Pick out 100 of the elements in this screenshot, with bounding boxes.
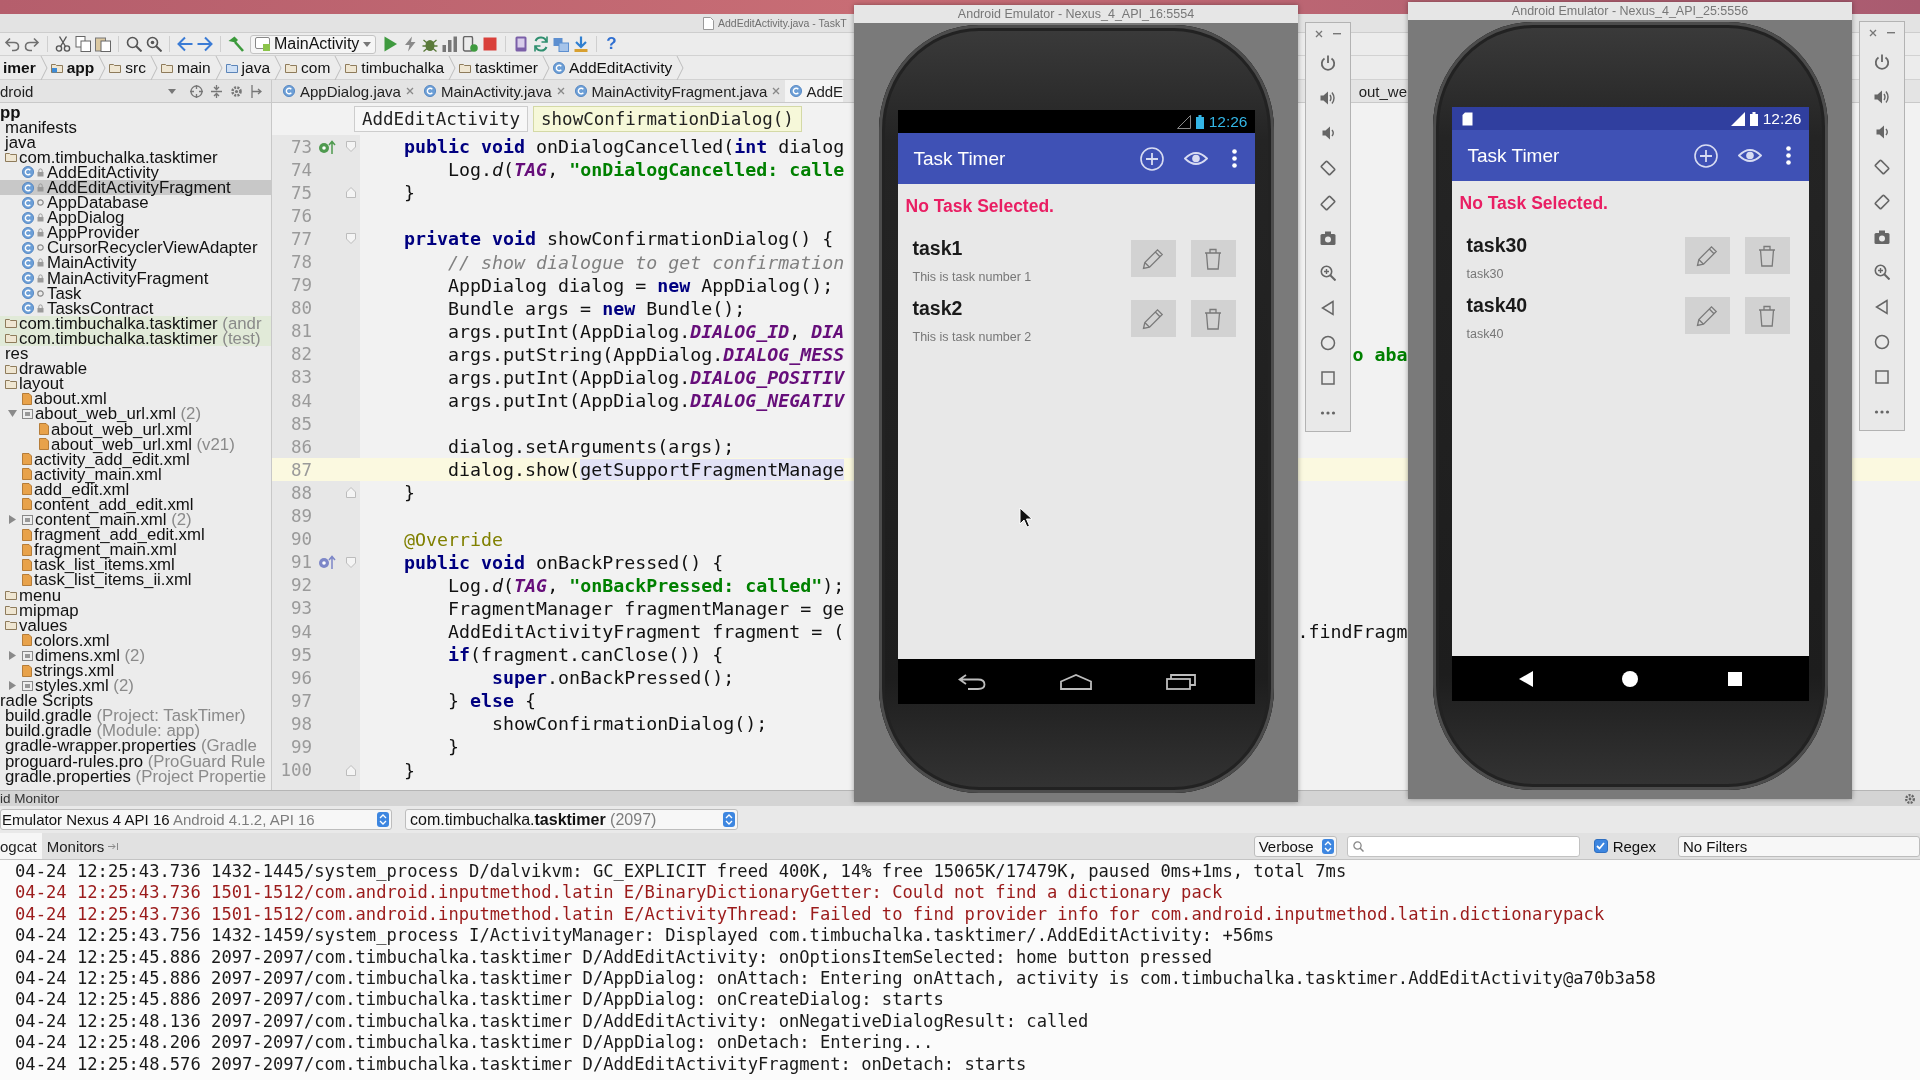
camera-icon[interactable]	[1874, 228, 1890, 245]
tree-item[interactable]: fragment_main.xml	[0, 542, 271, 558]
edit-button[interactable]	[1684, 297, 1730, 334]
phone-badge-icon[interactable]	[462, 36, 479, 52]
volume-up-icon[interactable]	[1320, 89, 1336, 106]
forward-arrow-icon[interactable]	[197, 36, 213, 52]
edit-button[interactable]	[1684, 237, 1730, 274]
eye-icon[interactable]	[1737, 148, 1762, 163]
delete-button[interactable]	[1744, 297, 1790, 334]
close-icon[interactable]	[772, 87, 781, 95]
tree-item[interactable]: drawable	[0, 361, 271, 377]
tree-item[interactable]: mipmap	[0, 602, 271, 618]
tree-item[interactable]: task_list_items.xml	[0, 557, 271, 573]
overflow-menu-icon[interactable]	[1785, 146, 1791, 165]
breadcrumb[interactable]: imer	[0, 58, 40, 77]
volume-up-icon[interactable]	[1874, 88, 1890, 105]
rotate-left-icon[interactable]	[1320, 159, 1336, 176]
breadcrumb[interactable]: tasktimer	[456, 58, 542, 77]
tree-item[interactable]: about_web_url.xml (2)	[0, 406, 271, 422]
overview-icon[interactable]	[1727, 671, 1742, 686]
recents-icon[interactable]	[1165, 673, 1196, 690]
editor-tab[interactable]: out_we	[1358, 80, 1408, 102]
device-dropdown[interactable]: Emulator Nexus 4 API 16 Android 4.1.2, API 16	[0, 809, 392, 830]
delete-button[interactable]	[1190, 300, 1236, 337]
panel-tab[interactable]: ogcat	[0, 833, 42, 859]
breadcrumb[interactable]: app	[47, 58, 99, 77]
rotate-right-icon[interactable]	[1874, 193, 1890, 210]
expand-arrow-icon[interactable]	[8, 515, 17, 525]
tree-item[interactable]: gradle-wrapper.properties (Gradle	[0, 738, 271, 754]
tree-item[interactable]: TasksContract	[0, 300, 271, 316]
tree-item[interactable]: task_list_items_ii.xml	[0, 572, 271, 588]
regex-checkbox[interactable]	[1593, 839, 1608, 853]
expand-arrow-icon[interactable]	[8, 409, 17, 419]
replace-icon[interactable]	[146, 36, 162, 52]
tree-item[interactable]: radle Scripts	[0, 693, 271, 709]
tree-item[interactable]: proguard-rules.pro (ProGuard Rule	[0, 753, 271, 769]
stop-icon[interactable]	[482, 36, 499, 52]
tree-item[interactable]: AppDialog	[0, 210, 271, 226]
tree-item[interactable]: colors.xml	[0, 632, 271, 648]
tree-item[interactable]: dimens.xml (2)	[0, 647, 271, 663]
tree-item[interactable]: AddEditActivity	[0, 164, 271, 180]
phone-icon[interactable]	[513, 36, 530, 52]
breadcrumb[interactable]: AddEditActivity	[354, 106, 529, 132]
close-icon[interactable]	[1869, 29, 1877, 37]
bar-chart-icon[interactable]	[442, 36, 459, 52]
power-icon[interactable]	[1874, 53, 1890, 70]
add-circle-icon[interactable]	[1139, 146, 1164, 171]
process-dropdown[interactable]: com.timbuchalka.tasktimer (2097)	[405, 809, 738, 830]
undo-icon[interactable]	[4, 36, 20, 52]
back-arrow-icon[interactable]	[957, 673, 986, 690]
search-icon[interactable]	[126, 36, 142, 52]
close-icon[interactable]	[1315, 30, 1323, 38]
tree-item[interactable]: build.gradle (Project: TaskTimer)	[0, 708, 271, 724]
settings-icon[interactable]	[1904, 792, 1916, 805]
collapse-icon[interactable]	[211, 84, 222, 98]
zoom-in-icon[interactable]	[1874, 263, 1890, 280]
tree-item[interactable]: about.xml	[0, 391, 271, 407]
dot-arrow-icon[interactable]	[318, 555, 336, 570]
filter-dropdown[interactable]: No Filters	[1678, 835, 1920, 857]
power-icon[interactable]	[1320, 54, 1336, 71]
tree-item[interactable]: styles.xml (2)	[0, 678, 271, 694]
home-icon[interactable]	[1060, 673, 1092, 690]
volume-down-icon[interactable]	[1320, 124, 1336, 141]
add-circle-icon[interactable]	[1693, 143, 1718, 168]
crosshair-icon[interactable]	[190, 84, 203, 98]
tree-item[interactable]: about_web_url.xml (v21)	[0, 436, 271, 452]
copy-icon[interactable]	[75, 36, 91, 52]
tree-item[interactable]: java	[0, 134, 271, 150]
rotate-right-icon[interactable]	[1320, 194, 1336, 211]
tree-item[interactable]: pp	[0, 104, 271, 120]
sync-icon[interactable]	[533, 36, 550, 52]
tree-item[interactable]: CursorRecyclerViewAdapter	[0, 240, 271, 256]
tree-item[interactable]: content_main.xml (2)	[0, 512, 271, 528]
tree-item[interactable]: AppProvider	[0, 225, 271, 241]
breadcrumb[interactable]: timbuchalka	[342, 58, 449, 77]
dot-arrow-icon[interactable]	[318, 139, 336, 154]
close-icon[interactable]	[405, 87, 414, 95]
expand-arrow-icon[interactable]	[8, 681, 17, 691]
tree-item[interactable]: com.timbuchalka.tasktimer (andr	[0, 315, 271, 331]
tree-item[interactable]: content_add_edit.xml	[0, 496, 271, 513]
edit-button[interactable]	[1130, 240, 1176, 277]
breadcrumb[interactable]: com	[282, 58, 335, 77]
search-field[interactable]	[1346, 835, 1580, 857]
tree-item[interactable]: AppDatabase	[0, 195, 271, 211]
redo-icon[interactable]	[24, 36, 40, 52]
back-icon[interactable]	[1518, 670, 1533, 687]
zoom-in-icon[interactable]	[1320, 264, 1336, 281]
breadcrumb[interactable]: showConfirmationDialog()	[533, 106, 802, 132]
run-configuration-dropdown[interactable]: MainActivity	[250, 34, 377, 54]
tree-item[interactable]: about_web_url.xml	[0, 421, 271, 437]
delete-button[interactable]	[1190, 240, 1236, 277]
overflow-menu-icon[interactable]	[1231, 149, 1237, 168]
tree-item[interactable]: res	[0, 346, 271, 362]
breadcrumb[interactable]: java	[222, 58, 275, 77]
breadcrumb[interactable]: AddEditActivity	[549, 58, 677, 77]
scissors-icon[interactable]	[55, 36, 71, 52]
play-icon[interactable]	[382, 36, 399, 52]
tree-item[interactable]: build.gradle (Module: app)	[0, 723, 271, 739]
pin-icon[interactable]	[251, 84, 262, 98]
delete-button[interactable]	[1744, 237, 1790, 274]
